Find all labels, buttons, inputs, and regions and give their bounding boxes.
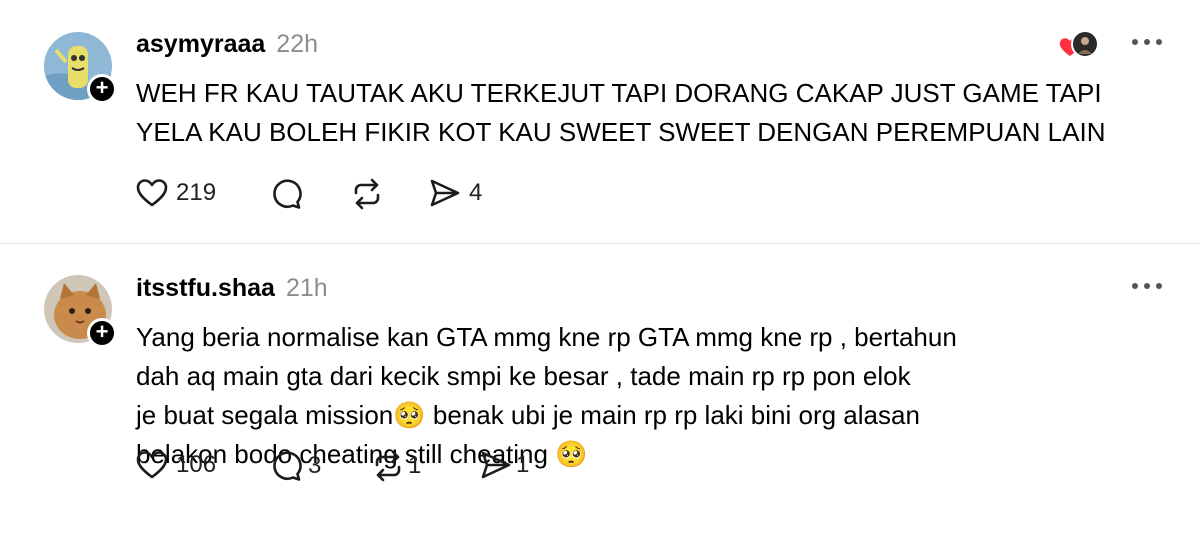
heart-outline-icon [136,451,168,479]
speech-bubble-icon [273,179,302,209]
repost-arrows-icon [375,450,401,482]
repost-button[interactable]: 1 [372,450,421,482]
share-button[interactable]: 4 [429,178,482,208]
follow-plus-icon[interactable]: + [87,74,117,104]
post-text: WEH FR KAU TAUTAK AKU TERKEJUT TAPI DORA… [136,78,1106,147]
heart-outline-icon [136,179,168,207]
repost-count: 1 [408,452,422,479]
reply-button[interactable]: 3 [270,450,321,482]
like-count: 219 [176,179,217,206]
username[interactable]: itsstfu.shaa [136,274,275,303]
follow-plus-icon[interactable]: + [87,318,117,348]
liked-by-avatars[interactable] [1056,30,1099,60]
username[interactable]: asymyraaa [136,30,265,59]
more-icon[interactable] [1132,39,1162,45]
post-header: asymyraaa 22h [136,30,318,62]
paper-plane-icon [430,179,460,207]
repost-button[interactable] [351,178,383,210]
paper-plane-icon [481,451,511,479]
share-button[interactable]: 1 [480,450,529,480]
reply-count: 3 [308,452,322,479]
like-button[interactable]: 106 [136,450,216,480]
reply-button[interactable] [270,178,302,210]
speech-bubble-icon [273,451,302,481]
thread-post: + asymyraaa 22h WEH FR KAU TAUTAK AKU TE… [0,0,1200,244]
repost-arrows-icon [354,178,380,210]
like-button[interactable]: 219 [136,178,216,208]
thread-post: + itsstfu.shaa 21h Yang beria normalise … [0,244,1200,555]
like-count: 106 [176,451,217,478]
more-icon[interactable] [1132,283,1162,289]
share-count: 1 [516,451,530,478]
timestamp: 21h [285,274,328,302]
timestamp: 22h [276,30,319,58]
share-count: 4 [469,179,483,206]
post-header: itsstfu.shaa 21h [136,274,328,306]
